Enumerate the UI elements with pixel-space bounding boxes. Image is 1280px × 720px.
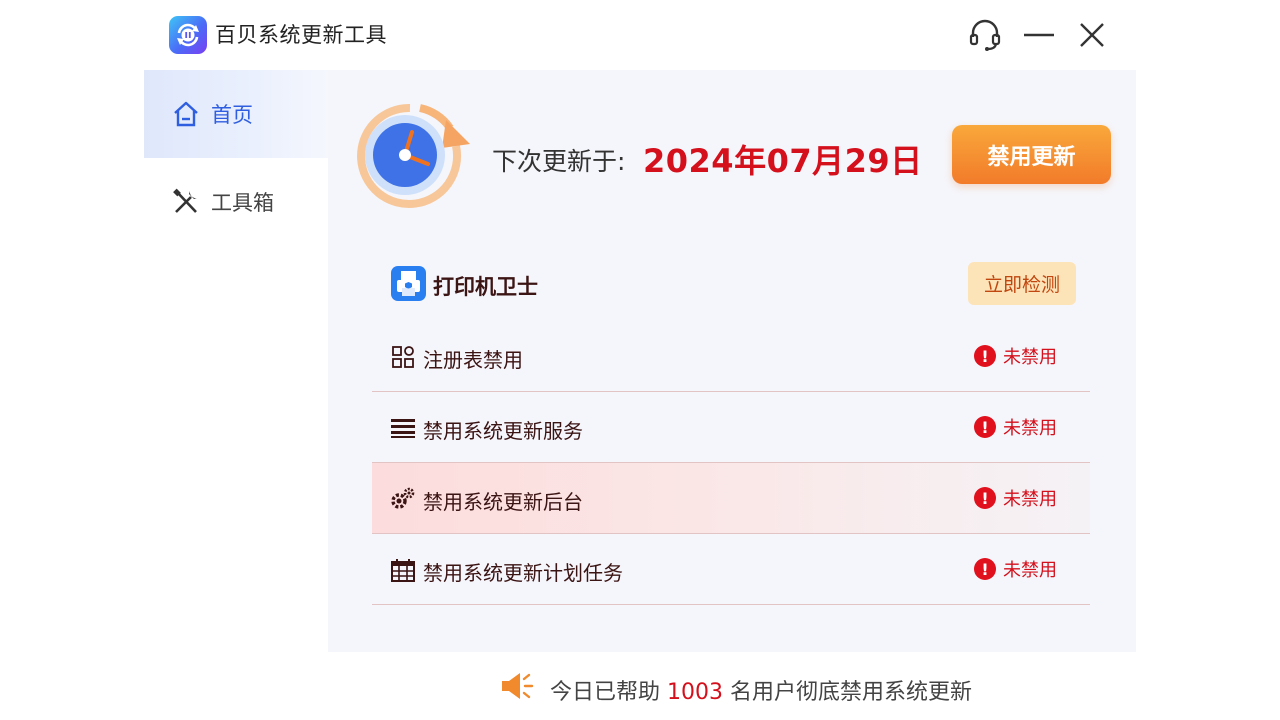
item-label: 禁用系统更新后台 — [423, 490, 583, 514]
status-badge: ! 未禁用 — [974, 343, 1057, 369]
footer-suffix: 名用户彻底禁用系统更新 — [730, 680, 973, 705]
list-item: 禁用系统更新后台 ! 未禁用 — [372, 463, 1090, 534]
sidebar-item-label: 首页 — [211, 103, 253, 127]
detect-now-button[interactable]: 立即检测 — [968, 262, 1076, 305]
status-badge: ! 未禁用 — [974, 414, 1057, 440]
sidebar-item-toolbox[interactable]: 工具箱 — [144, 158, 328, 246]
status-badge: ! 未禁用 — [974, 556, 1057, 582]
list-item: 禁用系统更新服务 ! 未禁用 — [372, 392, 1090, 463]
list-icon — [390, 415, 416, 441]
printer-guard-label: 打印机卫士 — [433, 275, 538, 299]
sidebar: 首页 工具箱 — [144, 70, 328, 652]
printer-guard-row: 打印机卫士 立即检测 — [372, 262, 1090, 306]
next-update-date: 2024年07月29日 — [643, 142, 923, 180]
sidebar-item-home[interactable]: 首页 — [144, 70, 328, 158]
calendar-icon — [390, 557, 416, 583]
tools-icon — [171, 187, 201, 217]
footer-user-count: 1003 — [667, 680, 724, 705]
list-item: 禁用系统更新计划任务 ! 未禁用 — [372, 534, 1090, 605]
printer-icon — [391, 266, 426, 301]
sidebar-item-label: 工具箱 — [211, 191, 274, 215]
item-label: 注册表禁用 — [423, 348, 523, 372]
disable-update-button[interactable]: 禁用更新 — [952, 125, 1111, 184]
item-label: 禁用系统更新服务 — [423, 419, 583, 443]
clock-icon — [350, 98, 472, 214]
footer-message: 今日已帮助 1003 名用户彻底禁用系统更新 — [550, 674, 972, 706]
list-item: 注册表禁用 ! 未禁用 — [372, 321, 1090, 392]
item-label: 禁用系统更新计划任务 — [423, 561, 623, 585]
footer: 今日已帮助 1003 名用户彻底禁用系统更新 — [0, 652, 1280, 720]
gears-icon — [390, 486, 416, 512]
warning-icon: ! — [974, 487, 996, 509]
footer-prefix: 今日已帮助 — [550, 680, 661, 705]
minimize-icon — [1024, 33, 1054, 37]
title-bar: 百贝系统更新工具 — [144, 0, 1136, 70]
warning-icon: ! — [974, 416, 996, 438]
next-update-label: 下次更新于: — [492, 147, 626, 176]
warning-icon: ! — [974, 345, 996, 367]
speaker-icon — [500, 670, 536, 702]
grid-icon — [390, 344, 416, 370]
warning-icon: ! — [974, 558, 996, 580]
app-title: 百贝系统更新工具 — [215, 23, 387, 47]
headset-icon — [969, 19, 1001, 51]
home-icon — [171, 99, 201, 129]
close-icon — [1080, 23, 1104, 47]
status-badge: ! 未禁用 — [974, 485, 1057, 511]
customer-support-button[interactable] — [966, 16, 1004, 54]
close-button[interactable] — [1073, 16, 1111, 54]
minimize-button[interactable] — [1020, 16, 1058, 54]
main-panel: 下次更新于: 2024年07月29日 禁用更新 打印机卫士 立即检测 注册表禁用 — [328, 70, 1136, 652]
app-logo-icon — [169, 16, 207, 54]
